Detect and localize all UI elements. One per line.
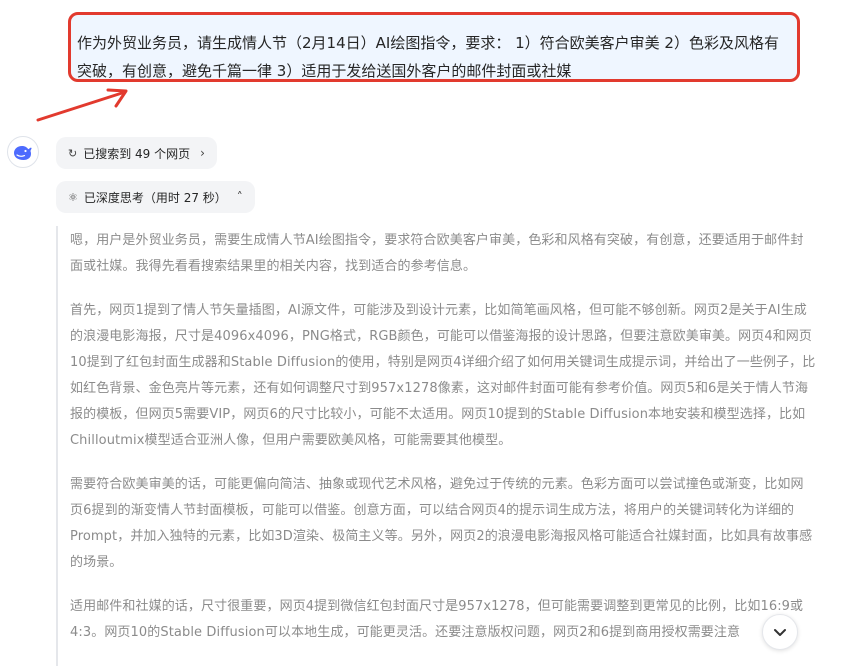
deep-think-toggle[interactable]: ⚛ 已深度思考（用时 27 秒） ˄	[56, 181, 255, 213]
thinking-paragraph: 适用邮件和社媒的话，尺寸很重要，网页4提到微信红包封面尺寸是957x1278，但…	[70, 599, 804, 640]
search-status-label: 已搜索到 49 个网页	[83, 146, 191, 161]
refresh-search-icon: ↻	[68, 146, 78, 160]
user-message-text: 作为外贸业务员，请生成情人节（2月14日）AI绘图指令，要求： 1）符合欧美客户…	[77, 34, 779, 80]
whale-logo-icon	[14, 146, 32, 160]
chevron-down-icon	[774, 629, 786, 636]
chevron-up-icon: ˄	[236, 190, 243, 204]
thinking-paragraph: 嗯，用户是外贸业务员，需要生成情人节AI绘图指令，要求符合欧美客户审美，色彩和风…	[70, 233, 804, 274]
thinking-paragraph: 首先，网页1提到了情人节矢量插图，AI源文件，可能涉及到设计元素，比如简笔画风格…	[70, 303, 816, 448]
annotation-arrow-icon	[36, 88, 128, 122]
thinking-status-label: 已深度思考（用时 27 秒）	[83, 190, 227, 205]
thinking-content: 嗯，用户是外贸业务员，需要生成情人节AI绘图指令，要求符合欧美客户审美，色彩和风…	[56, 226, 816, 666]
deep-think-icon: ⚛	[68, 190, 78, 204]
user-message-bubble: 作为外贸业务员，请生成情人节（2月14日）AI绘图指令，要求： 1）符合欧美客户…	[68, 12, 800, 82]
assistant-avatar	[7, 136, 39, 168]
chevron-right-icon: ›	[200, 146, 205, 160]
thinking-paragraph: 需要符合欧美审美的话，可能更偏向简洁、抽象或现代艺术风格，避免过于传统的元素。色…	[70, 477, 813, 570]
scroll-to-bottom-button[interactable]	[762, 614, 798, 650]
search-results-toggle[interactable]: ↻ 已搜索到 49 个网页 ›	[56, 137, 217, 169]
